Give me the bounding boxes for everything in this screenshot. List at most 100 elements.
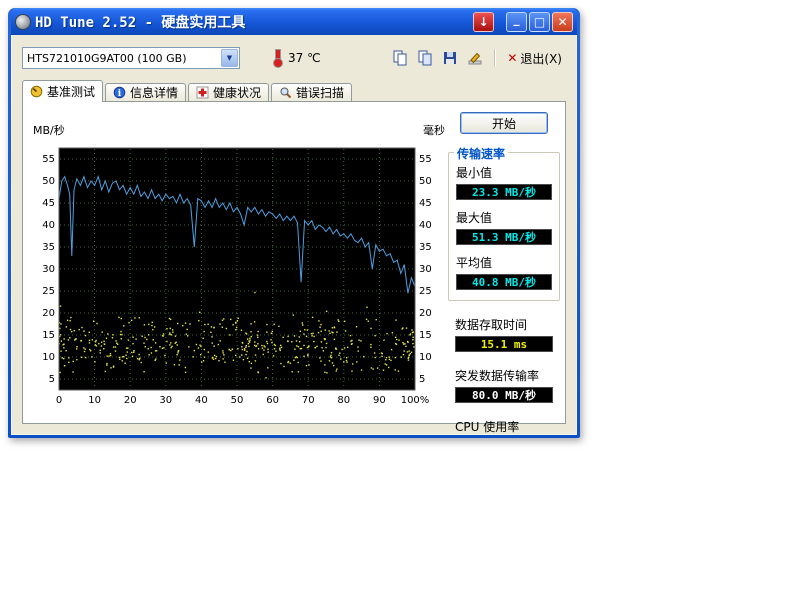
tab-health-label: 健康状况 [213,84,261,101]
svg-text:35: 35 [42,242,55,253]
start-button[interactable]: 开始 [460,112,548,134]
svg-text:20: 20 [419,308,432,319]
options-button[interactable] [464,48,486,68]
svg-text:5: 5 [49,374,55,385]
svg-text:45: 45 [419,198,432,209]
drive-select[interactable]: HTS721010G9AT00 (100 GB) ▼ [22,47,240,69]
svg-text:25: 25 [419,286,432,297]
toolbar-separator [494,49,495,67]
svg-text:15: 15 [419,330,432,341]
minimize-button[interactable]: _ [506,12,527,32]
copy-button[interactable] [389,48,411,68]
tab-health[interactable]: 健康状况 [188,83,269,102]
temperature-value: 37 ℃ [288,51,321,65]
thermometer-icon [272,49,283,68]
svg-text:50: 50 [231,395,244,406]
exit-button[interactable]: ✕ 退出(X) [503,50,566,67]
toolbar: HTS721010G9AT00 (100 GB) ▼ 37 ℃ [22,46,566,70]
transfer-rate-group: 传输速率 最小值 23.3 MB/秒 最大值 51.3 MB/秒 平均值 40.… [448,152,560,301]
min-label: 最小值 [456,164,552,181]
chevron-down-icon[interactable]: ▼ [221,49,238,67]
window-title: HD Tune 2.52 - 硬盘实用工具 [35,12,469,32]
access-time-stat: 数据存取时间 15.1 ms [448,316,560,352]
min-stat: 最小值 23.3 MB/秒 [456,164,552,200]
copy-image-icon [417,50,433,66]
exit-label: 退出(X) [520,50,562,67]
svg-text:10: 10 [419,352,432,363]
save-icon [442,50,458,66]
svg-text:30: 30 [42,264,55,275]
tab-error-scan[interactable]: 错误扫描 [271,83,352,102]
save-button[interactable] [439,48,461,68]
scan-icon [279,86,292,99]
svg-text:40: 40 [42,220,55,231]
svg-text:10: 10 [42,352,55,363]
results-panel: 开始 传输速率 最小值 23.3 MB/秒 最大值 51.3 MB/秒 平均值 [448,112,560,435]
svg-text:30: 30 [159,395,172,406]
svg-text:55: 55 [42,154,55,165]
burst-rate-label: 突发数据传输率 [455,367,553,384]
svg-text:5: 5 [419,374,425,385]
svg-text:25: 25 [42,286,55,297]
copy-image-button[interactable] [414,48,436,68]
toolbar-buttons: ✕ 退出(X) [389,48,566,68]
download-button[interactable]: ↓ [473,12,494,32]
svg-text:0: 0 [56,395,62,406]
transfer-rate-group-title: 传输速率 [454,145,508,162]
svg-text:15: 15 [42,330,55,341]
max-stat: 最大值 51.3 MB/秒 [456,209,552,245]
svg-text:55: 55 [419,154,432,165]
info-icon: i [113,86,126,99]
exit-x-icon: ✕ [507,51,517,65]
maximize-button[interactable]: □ [529,12,550,32]
titlebar[interactable]: HD Tune 2.52 - 硬盘实用工具 ↓ _ □ ✕ [11,8,577,35]
svg-text:20: 20 [42,308,55,319]
avg-value: 40.8 MB/秒 [456,274,552,290]
benchmark-page: MB/秒毫秒5555505045454040353530302525202015… [22,101,566,424]
max-value: 51.3 MB/秒 [456,229,552,245]
tab-benchmark-label: 基准测试 [47,83,95,100]
health-icon [196,86,209,99]
svg-text:MB/秒: MB/秒 [33,123,65,137]
svg-text:20: 20 [124,395,137,406]
tab-info-label: 信息详情 [130,84,178,101]
tab-benchmark[interactable]: 基准测试 [22,80,103,102]
close-button[interactable]: ✕ [552,12,573,32]
drive-select-value: HTS721010G9AT00 (100 GB) [23,52,221,65]
access-time-value: 15.1 ms [455,336,553,352]
svg-text:10: 10 [88,395,101,406]
svg-text:80: 80 [337,395,350,406]
min-value: 23.3 MB/秒 [456,184,552,200]
svg-text:40: 40 [419,220,432,231]
max-label: 最大值 [456,209,552,226]
svg-text:i: i [118,89,122,99]
svg-text:40: 40 [195,395,208,406]
tab-bar: 基准测试 i 信息详情 健康状况 [22,80,576,102]
cpu-usage-stat: CPU 使用率 5.6% [448,418,560,435]
svg-text:100%: 100% [401,395,430,406]
svg-text:30: 30 [419,264,432,275]
tab-info[interactable]: i 信息详情 [105,83,186,102]
options-icon [467,50,483,66]
avg-label: 平均值 [456,254,552,271]
copy-icon [392,50,408,66]
svg-text:毫秒: 毫秒 [423,123,445,137]
svg-text:50: 50 [42,176,55,187]
hdtune-window: HD Tune 2.52 - 硬盘实用工具 ↓ _ □ ✕ HTS721010G… [8,8,580,438]
desktop: HD Tune 2.52 - 硬盘实用工具 ↓ _ □ ✕ HTS721010G… [0,0,800,600]
avg-stat: 平均值 40.8 MB/秒 [456,254,552,290]
benchmark-icon [30,85,43,98]
client-area: HTS721010G9AT00 (100 GB) ▼ 37 ℃ [11,35,577,435]
svg-text:35: 35 [419,242,432,253]
burst-rate-value: 80.0 MB/秒 [455,387,553,403]
minimize-glyph: _ [514,12,520,26]
cpu-usage-label: CPU 使用率 [455,418,553,435]
svg-text:45: 45 [42,198,55,209]
benchmark-chart: MB/秒毫秒5555505045454040353530302525202015… [25,104,449,416]
svg-text:50: 50 [419,176,432,187]
temperature-indicator: 37 ℃ [272,49,321,68]
burst-rate-stat: 突发数据传输率 80.0 MB/秒 [448,367,560,403]
tab-error-scan-label: 错误扫描 [296,84,344,101]
access-time-label: 数据存取时间 [455,316,553,333]
svg-text:60: 60 [266,395,279,406]
